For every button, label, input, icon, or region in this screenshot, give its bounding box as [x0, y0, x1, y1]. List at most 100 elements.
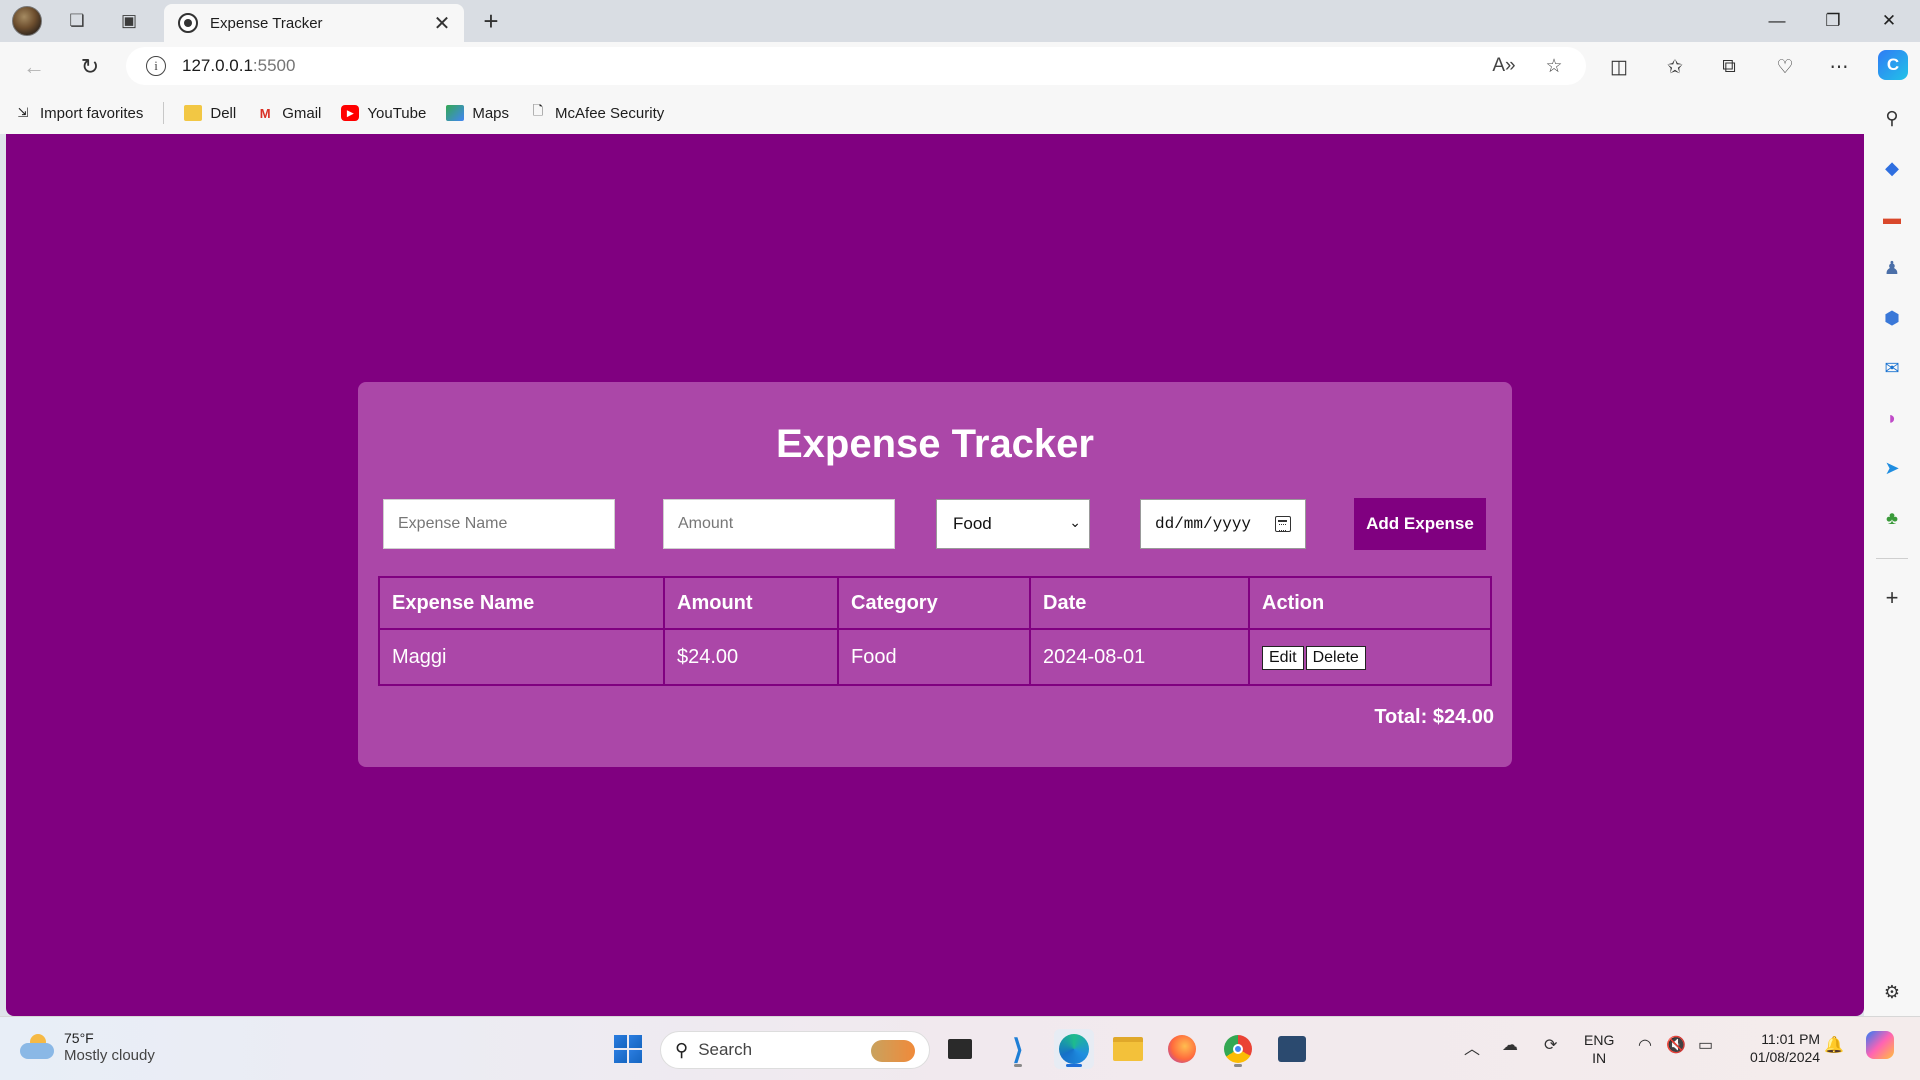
cell-category: Food [837, 628, 1031, 686]
total-amount: Total: $24.00 [1374, 706, 1494, 728]
bookmark-mcafee[interactable]: 🗋 McAfee Security [529, 103, 665, 122]
site-info-icon[interactable]: i [146, 56, 166, 76]
microsoft-365-icon[interactable]: ⬢ [1878, 304, 1906, 332]
favorites-icon[interactable]: ✩ [1658, 52, 1692, 82]
weather-condition: Mostly cloudy [64, 1047, 155, 1064]
workspaces-icon[interactable]: ❏ [62, 6, 92, 36]
clock-date: 01/08/2024 [1750, 1049, 1821, 1065]
vscode-icon[interactable]: ⟩ [998, 1029, 1038, 1069]
search-highlight-icon [871, 1040, 915, 1062]
maps-icon [446, 105, 465, 121]
category-select[interactable]: Food ⌄ [936, 499, 1090, 549]
table-header-row: Expense Name Amount Category Date Action [378, 576, 1492, 630]
date-input[interactable]: dd/mm/yyyy [1140, 499, 1306, 549]
page-title: Expense Tracker [776, 422, 1094, 466]
youtube-icon: ▶ [341, 105, 360, 121]
edge-icon[interactable] [1054, 1029, 1094, 1069]
tab-favicon-icon [178, 13, 198, 33]
refresh-icon[interactable]: ↻ [72, 50, 108, 84]
battery-icon[interactable]: ▭ [1698, 1035, 1713, 1055]
tree-icon[interactable]: ♣ [1878, 504, 1906, 532]
language-indicator[interactable]: ENG IN [1584, 1031, 1614, 1067]
show-hidden-icons-chevron-icon[interactable]: ︿ [1464, 1035, 1480, 1059]
browser-tab-bar: ❏ ▣ Expense Tracker ✕ + — ❐ ✕ [0, 0, 1920, 42]
cell-action: Edit Delete [1248, 628, 1492, 686]
split-screen-icon[interactable]: ◫ [1602, 52, 1636, 82]
onedrive-cloud-icon[interactable]: ☁ [1502, 1035, 1518, 1055]
new-tab-button[interactable]: + [476, 6, 506, 36]
header-action: Action [1248, 576, 1492, 630]
favorite-star-icon[interactable]: ☆ [1538, 51, 1570, 81]
settings-gear-icon[interactable]: ⚙ [1878, 978, 1906, 1006]
bookmark-youtube[interactable]: ▶ YouTube [341, 105, 426, 122]
bookmark-label: McAfee Security [555, 104, 665, 122]
start-button[interactable] [608, 1029, 648, 1069]
wifi-icon[interactable]: ◠ [1638, 1035, 1652, 1055]
more-options-icon[interactable]: ⋯ [1822, 52, 1856, 82]
url-port: :5500 [252, 56, 296, 75]
bookmark-import-favorites[interactable]: ⇲ Import favorites [14, 104, 144, 122]
bookmark-label: Gmail [282, 104, 322, 122]
firefox-icon[interactable] [1162, 1029, 1202, 1069]
tab-close-icon[interactable]: ✕ [428, 9, 456, 37]
shopping-tag-icon[interactable]: ◆ [1878, 154, 1906, 182]
weather-widget[interactable]: 75°F Mostly cloudy [20, 1029, 155, 1065]
import-icon: ⇲ [17, 105, 29, 120]
header-amount: Amount [663, 576, 839, 630]
outlook-icon[interactable]: ✉ [1878, 354, 1906, 382]
search-icon[interactable]: ⚲ [1878, 104, 1906, 132]
sync-icon[interactable]: ⟳ [1544, 1035, 1557, 1055]
taskbar-search[interactable]: ⚲ Search [660, 1031, 930, 1069]
folder-icon [184, 105, 203, 121]
search-label: Search [698, 1040, 753, 1059]
window-close-button[interactable]: ✕ [1864, 4, 1914, 38]
profile-avatar[interactable] [12, 6, 42, 36]
copilot-taskbar-icon[interactable] [1866, 1031, 1894, 1059]
calendar-icon[interactable] [1275, 516, 1291, 532]
active-tab[interactable]: Expense Tracker ✕ [164, 4, 464, 42]
bookmark-label: Import favorites [40, 104, 144, 122]
page-viewport: Expense Tracker Food ⌄ dd/mm/yyyy Add Ex… [6, 134, 1864, 1016]
restore-button[interactable]: ❐ [1808, 4, 1858, 38]
tab-title: Expense Tracker [210, 14, 323, 32]
add-icon[interactable]: + [1878, 584, 1906, 612]
back-arrow-icon[interactable]: ← [16, 50, 52, 84]
games-icon[interactable]: ♟ [1878, 254, 1906, 282]
add-expense-button[interactable]: Add Expense [1354, 498, 1486, 550]
speaker-muted-icon[interactable]: 🔇 [1666, 1035, 1686, 1055]
task-view-icon[interactable] [940, 1029, 980, 1069]
bookmark-gmail[interactable]: M Gmail [256, 104, 322, 122]
tools-briefcase-icon[interactable]: ▬ [1878, 204, 1906, 232]
designer-icon[interactable]: ◗ [1878, 404, 1906, 432]
bookmark-label: YouTube [367, 104, 427, 122]
bookmark-maps[interactable]: Maps [446, 105, 509, 122]
read-aloud-icon[interactable]: A» [1488, 51, 1520, 81]
page-icon: 🗋 [532, 103, 544, 118]
chevron-down-icon: ⌄ [1069, 514, 1081, 530]
code-app-icon[interactable] [1272, 1029, 1312, 1069]
file-explorer-icon[interactable] [1108, 1029, 1148, 1069]
address-bar[interactable]: i 127.0.0.1:5500 A» ☆ [126, 47, 1586, 85]
cloudy-weather-icon [20, 1034, 54, 1060]
minimize-button[interactable]: — [1752, 4, 1802, 38]
header-category: Category [837, 576, 1031, 630]
windows-logo-icon [614, 1035, 642, 1063]
amount-input[interactable] [663, 499, 895, 549]
browser-essentials-icon[interactable]: ♡ [1768, 52, 1802, 82]
notifications-icon[interactable]: 🔔 [1824, 1035, 1844, 1055]
copilot-icon[interactable]: C [1878, 50, 1908, 80]
bookmark-dell[interactable]: Dell [184, 105, 236, 122]
delete-button[interactable]: Delete [1305, 645, 1366, 670]
search-icon: ⚲ [675, 1039, 689, 1060]
expense-name-input[interactable] [383, 499, 615, 549]
clock-time: 11:01 PM [1761, 1031, 1821, 1047]
collections-icon[interactable]: ⧉ [1712, 52, 1746, 82]
vertical-tabs-icon[interactable]: ▣ [114, 6, 144, 36]
header-expense-name: Expense Name [378, 576, 665, 630]
chrome-icon[interactable] [1218, 1029, 1258, 1069]
language-code: ENG [1584, 1032, 1615, 1048]
system-clock[interactable]: 11:01 PM 01/08/2024 [1750, 1030, 1820, 1066]
edit-button[interactable]: Edit [1262, 645, 1304, 670]
send-icon[interactable]: ➤ [1878, 454, 1906, 482]
date-placeholder: dd/mm/yyyy [1155, 515, 1252, 533]
